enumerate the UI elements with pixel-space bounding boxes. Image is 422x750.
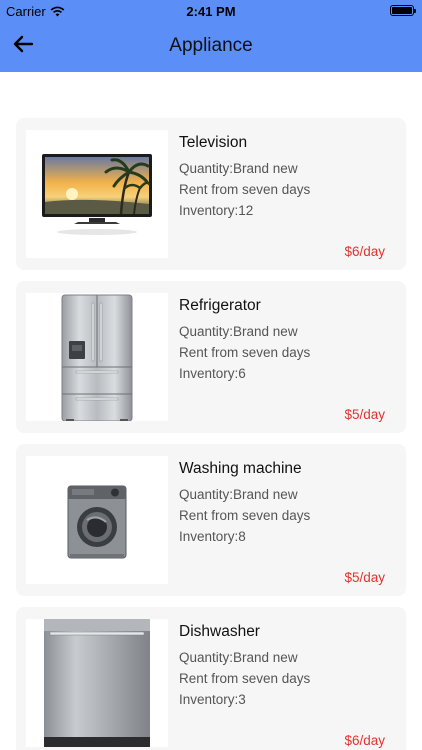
item-quantity: Quantity:Brand new bbox=[179, 161, 298, 176]
item-quantity: Quantity:Brand new bbox=[179, 650, 298, 665]
item-quantity: Quantity:Brand new bbox=[179, 487, 298, 502]
header: Carrier 2:41 PM Appliance bbox=[0, 0, 422, 72]
item-name: Television bbox=[179, 134, 248, 151]
battery-icon bbox=[390, 5, 416, 16]
refrigerator-image bbox=[26, 293, 168, 421]
item-rent-terms: Rent from seven days bbox=[179, 508, 311, 523]
list-item[interactable]: Dishwasher Quantity:Brand new Rent from … bbox=[16, 607, 406, 750]
item-inventory: Inventory:3 bbox=[179, 692, 246, 707]
item-rent-terms: Rent from seven days bbox=[179, 671, 311, 686]
status-bar: Carrier 2:41 PM bbox=[0, 0, 422, 22]
item-inventory: Inventory:12 bbox=[179, 203, 254, 218]
item-rent-terms: Rent from seven days bbox=[179, 182, 311, 197]
washing-machine-image bbox=[26, 456, 168, 584]
item-info: Refrigerator Quantity:Brand new Rent fro… bbox=[179, 297, 310, 384]
list-item[interactable]: Washing machine Quantity:Brand new Rent … bbox=[16, 444, 406, 596]
nav-bar: Appliance bbox=[0, 22, 422, 72]
list-item[interactable]: Refrigerator Quantity:Brand new Rent fro… bbox=[16, 281, 406, 433]
television-image bbox=[26, 130, 168, 258]
page-title: Appliance bbox=[169, 35, 253, 56]
item-inventory: Inventory:6 bbox=[179, 366, 246, 381]
dishwasher-image bbox=[26, 619, 168, 747]
item-name: Refrigerator bbox=[179, 297, 261, 314]
item-inventory: Inventory:8 bbox=[179, 529, 246, 544]
item-name: Dishwasher bbox=[179, 623, 260, 640]
appliance-screen: Carrier 2:41 PM Appliance Television Qua… bbox=[0, 0, 422, 750]
item-price: $6/day bbox=[344, 733, 385, 748]
item-name: Washing machine bbox=[179, 460, 302, 477]
item-rent-terms: Rent from seven days bbox=[179, 345, 311, 360]
appliance-list: Television Quantity:Brand new Rent from … bbox=[16, 118, 406, 750]
item-info: Dishwasher Quantity:Brand new Rent from … bbox=[179, 623, 310, 710]
item-info: Washing machine Quantity:Brand new Rent … bbox=[179, 460, 310, 547]
item-price: $5/day bbox=[344, 570, 385, 585]
clock: 2:41 PM bbox=[186, 4, 236, 19]
item-price: $5/day bbox=[344, 407, 385, 422]
item-info: Television Quantity:Brand new Rent from … bbox=[179, 134, 310, 221]
item-quantity: Quantity:Brand new bbox=[179, 324, 298, 339]
item-price: $6/day bbox=[344, 244, 385, 259]
list-item[interactable]: Television Quantity:Brand new Rent from … bbox=[16, 118, 406, 270]
